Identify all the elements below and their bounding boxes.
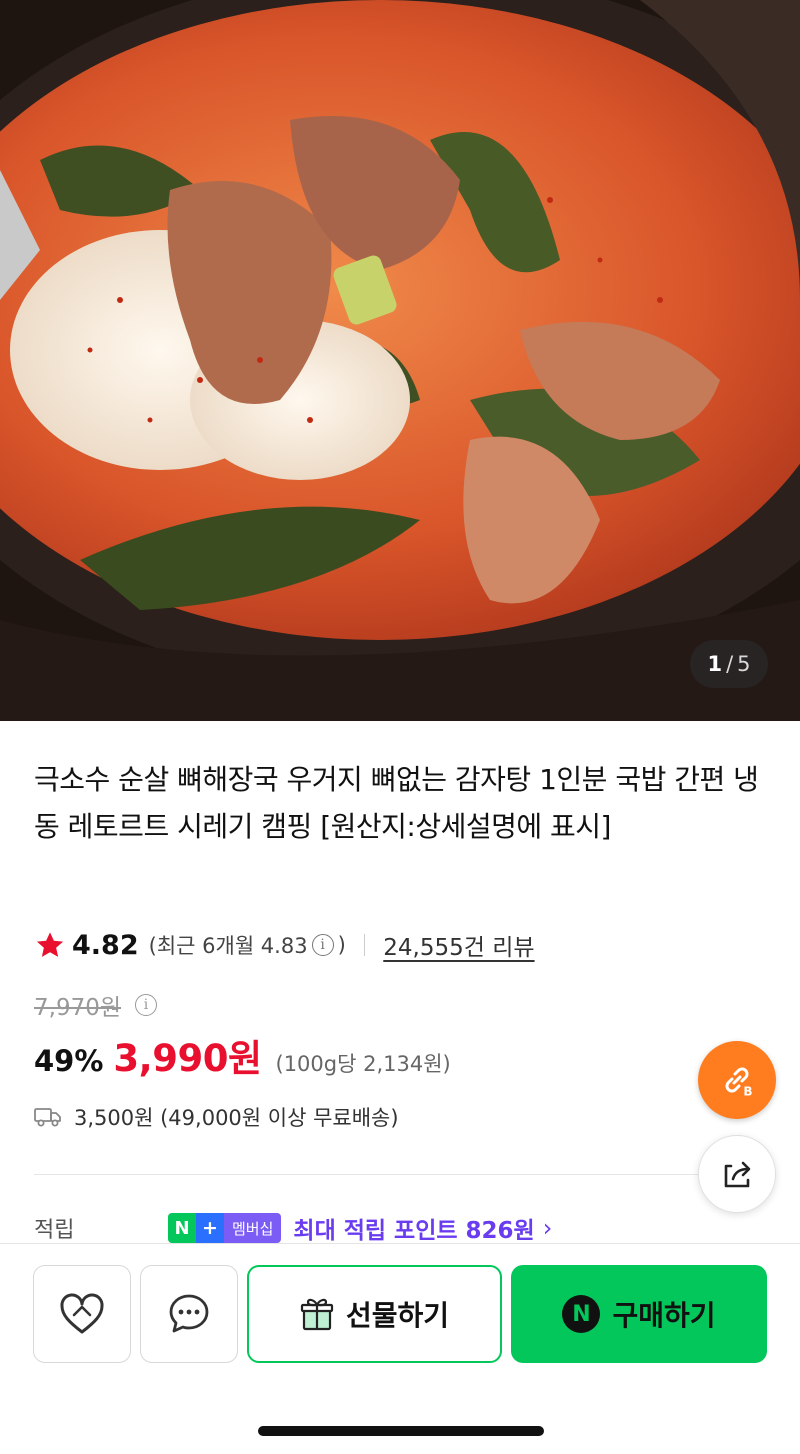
svg-text:B: B [743, 1085, 752, 1099]
share-icon [724, 1161, 751, 1188]
link-b-icon: B [725, 1067, 755, 1099]
buy-button-label: 구매하기 [612, 1299, 716, 1332]
star-icon [36, 932, 64, 957]
points-label: 적립 [34, 1218, 75, 1243]
badge-plus: + [196, 1213, 224, 1243]
product-image[interactable]: 1 / 5 [0, 0, 800, 721]
share-button[interactable] [698, 1135, 776, 1213]
heart-icon [60, 1293, 104, 1334]
talk-talk-button[interactable] [140, 1265, 238, 1363]
naver-plus-membership-badge: N + 멤버십 [168, 1213, 282, 1243]
naver-pay-icon: N [562, 1295, 601, 1333]
chevron-right-icon: › [542, 1214, 553, 1242]
sale-price: 3,990원 [113, 1037, 262, 1080]
original-price-row: 7,970원 i [34, 988, 161, 1022]
truck-icon [34, 1108, 61, 1127]
original-price: 7,970원 [34, 995, 122, 1021]
price-info-icon[interactable]: i [135, 994, 158, 1016]
product-photo [0, 0, 800, 721]
price-row: 49% 3,990원 (100g당 2,134원) [34, 1028, 451, 1082]
gift-icon [300, 1298, 334, 1331]
review-count-link[interactable]: 24,555건 리뷰 [383, 928, 534, 962]
image-counter: 1 / 5 [690, 640, 768, 688]
recent-rating: (최근 6개월 4.83 i ) [149, 930, 346, 960]
shipping-text: 3,500원 (49,000원 이상 무료배송) [74, 1106, 399, 1130]
max-points-text: 최대 적립 포인트 826원 [293, 1218, 535, 1244]
image-counter-current: 1 [707, 652, 723, 676]
section-divider [34, 1174, 766, 1175]
link-b-button[interactable]: B [698, 1041, 776, 1119]
shipping-row: 3,500원 (49,000원 이상 무료배송) [34, 1097, 399, 1137]
discount-rate: 49% [34, 1044, 104, 1078]
badge-text: 멤버십 [224, 1213, 282, 1243]
points-row[interactable]: 적립 N + 멤버십 최대 적립 포인트 826원 › [34, 1208, 552, 1248]
rating-row: 4.82 (최근 6개월 4.83 i ) 24,555건 리뷰 [34, 924, 535, 966]
info-icon[interactable]: i [311, 934, 334, 956]
buy-button[interactable]: N 구매하기 [511, 1265, 767, 1363]
rating-value: 4.82 [72, 929, 139, 961]
gift-button[interactable]: 선물하기 [247, 1265, 502, 1363]
unit-price: (100g당 2,134원) [275, 1052, 451, 1076]
image-counter-separator: / [726, 652, 734, 676]
recent-rating-close: ) [337, 933, 346, 957]
gift-button-label: 선물하기 [345, 1299, 450, 1332]
chat-bubble-icon [169, 1294, 209, 1333]
image-counter-total: 5 [737, 652, 751, 676]
recent-rating-text: (최근 6개월 4.83 [148, 934, 308, 958]
product-title: 극소수 순살 뼈해장국 우거지 뼈없는 감자탕 1인분 국밥 간편 냉동 레토르… [34, 763, 759, 843]
home-indicator[interactable] [258, 1426, 544, 1436]
badge-n: N [168, 1213, 196, 1243]
divider [363, 934, 366, 956]
like-button[interactable] [33, 1265, 131, 1363]
